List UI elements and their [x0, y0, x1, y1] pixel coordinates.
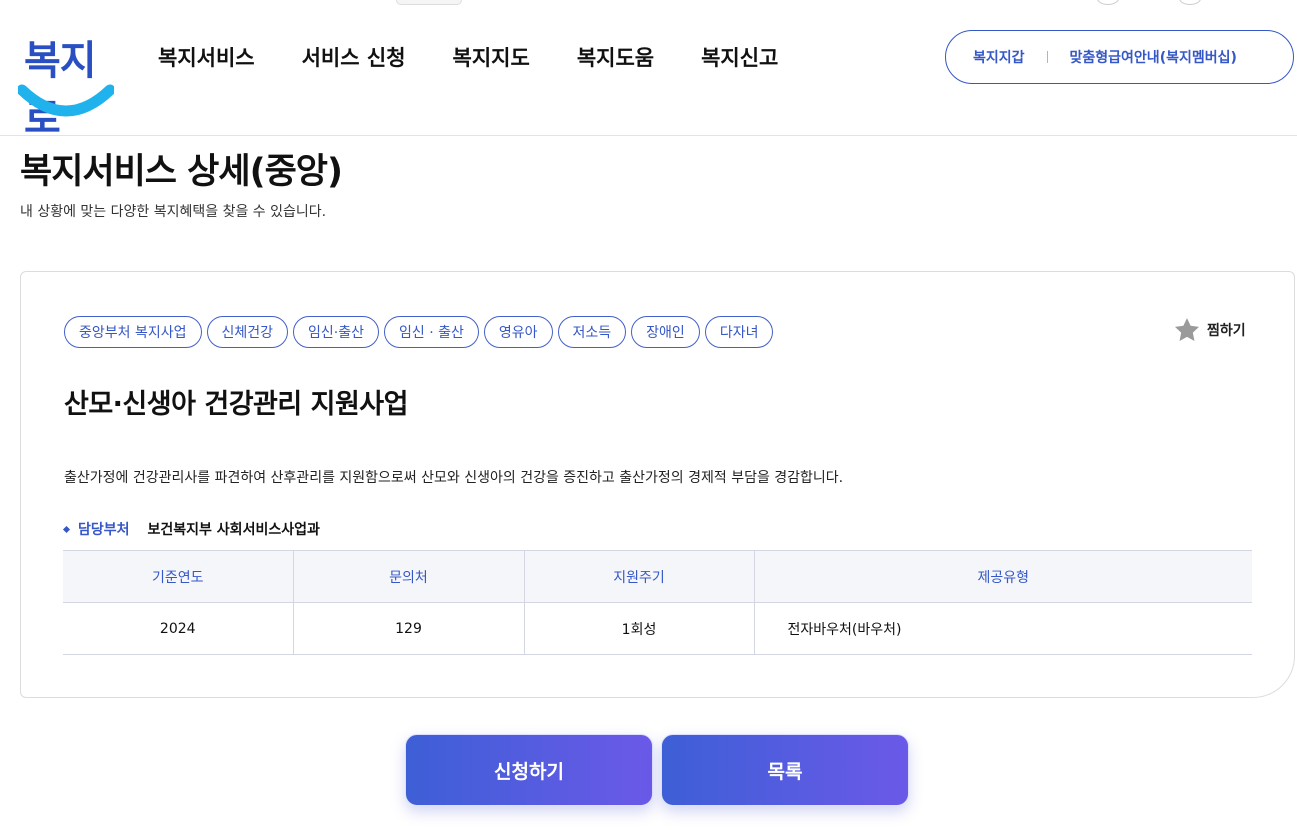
- site-logo[interactable]: 복지로: [18, 28, 114, 142]
- tag-item[interactable]: 다자녀: [704, 316, 774, 348]
- service-info-table: 기준연도 문의처 지원주기 제공유형 2024 129 1회성 전자바우처(바우…: [63, 550, 1252, 655]
- table-cell-cycle: 1회성: [524, 602, 755, 655]
- table-header-cell: 기준연도: [63, 550, 294, 603]
- nav-item-welfare-service[interactable]: 복지서비스: [158, 42, 255, 72]
- tag-item[interactable]: 임신·출산: [293, 316, 380, 348]
- table-cell-contact: 129: [293, 602, 525, 655]
- util-link-wallet[interactable]: 복지지갑: [973, 47, 1025, 67]
- tag-list: 중앙부처 복지사업 신체건강 임신·출산 임신 · 출산 영유아 저소득 장애인…: [64, 316, 774, 348]
- star-icon: [1174, 318, 1200, 341]
- diamond-bullet-icon: [62, 525, 71, 533]
- main-nav: 복지서비스 서비스 신청 복지지도 복지도움 복지신고: [158, 42, 778, 72]
- apply-button[interactable]: 신청하기: [405, 734, 653, 806]
- site-header: 복지로 복지서비스 서비스 신청 복지지도 복지도움 복지신고 복지지갑 맞춤형…: [0, 0, 1297, 142]
- tag-item[interactable]: 장애인: [631, 316, 700, 348]
- page-subtitle: 내 상황에 맞는 다양한 복지혜택을 찾을 수 있습니다.: [20, 204, 327, 220]
- table-cell-year: 2024: [63, 602, 294, 655]
- service-description: 출산가정에 건강관리사를 파견하여 산후관리를 지원함으로써 산모와 신생아의 …: [64, 470, 844, 486]
- table-header-cell: 제공유형: [754, 550, 1252, 603]
- service-title: 산모·신생아 건강관리 지원사업: [64, 389, 408, 420]
- logo-smile-icon: [18, 84, 114, 117]
- tag-item[interactable]: 중앙부처 복지사업: [64, 316, 202, 348]
- tag-item[interactable]: 신체건강: [206, 316, 289, 348]
- department-value: 보건복지부 사회서비스사업과: [147, 522, 320, 538]
- table-header-cell: 지원주기: [524, 550, 755, 603]
- page-title: 복지서비스 상세(중앙): [20, 152, 343, 192]
- tag-item[interactable]: 임신 · 출산: [384, 316, 479, 348]
- util-divider: [1046, 51, 1048, 63]
- department-info: 담당부처 보건복지부 사회서비스사업과: [62, 519, 320, 539]
- wish-label: 찜하기: [1207, 323, 1246, 339]
- util-links-box: 복지지갑 맞춤형급여안내(복지멤버십): [945, 30, 1294, 84]
- table-row: 2024 129 1회성 전자바우처(바우처): [63, 602, 1252, 655]
- service-detail-card: 중앙부처 복지사업 신체건강 임신·출산 임신 · 출산 영유아 저소득 장애인…: [20, 271, 1295, 698]
- list-button[interactable]: 목록: [661, 734, 909, 806]
- department-label: 담당부처: [78, 522, 130, 538]
- table-cell-type: 전자바우처(바우처): [754, 602, 1252, 655]
- util-link-membership[interactable]: 맞춤형급여안내(복지멤버십): [1070, 47, 1237, 67]
- nav-item-welfare-help[interactable]: 복지도움: [577, 42, 654, 72]
- nav-item-service-apply[interactable]: 서비스 신청: [302, 42, 406, 72]
- tag-item[interactable]: 영유아: [483, 316, 553, 348]
- table-header-row: 기준연도 문의처 지원주기 제공유형: [63, 550, 1252, 603]
- nav-item-welfare-map[interactable]: 복지지도: [453, 42, 530, 72]
- table-header-cell: 문의처: [293, 550, 525, 603]
- tag-item[interactable]: 저소득: [557, 316, 627, 348]
- wish-button[interactable]: 찜하기: [1173, 316, 1246, 344]
- nav-item-welfare-report[interactable]: 복지신고: [701, 42, 778, 72]
